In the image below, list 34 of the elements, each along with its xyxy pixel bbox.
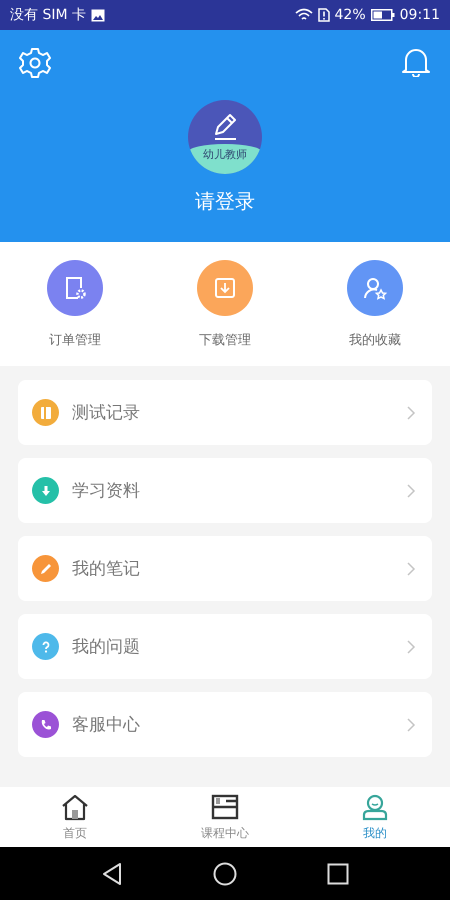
shortcut-button[interactable]: 订单管理	[20, 260, 130, 348]
shortcut-button[interactable]: 我的收藏	[320, 260, 430, 348]
menu-item[interactable]: 测试记录	[18, 380, 432, 445]
home-icon	[60, 792, 90, 820]
battery-text: 42%	[334, 7, 366, 23]
login-link[interactable]: 请登录	[195, 188, 255, 215]
chevron-right-icon	[406, 404, 416, 420]
user-icon	[360, 792, 390, 820]
clock-text: 09:11	[400, 7, 440, 23]
chevron-right-icon	[406, 482, 416, 498]
notification-bell-icon[interactable]	[402, 47, 430, 77]
book-icon	[210, 792, 240, 820]
home-circle-icon[interactable]	[213, 862, 237, 886]
role-label: 幼儿教师	[203, 147, 247, 163]
carrier-text: 没有 SIM 卡	[10, 6, 86, 24]
menu-item[interactable]: 我的问题	[18, 614, 432, 679]
sim-alert-icon	[318, 8, 330, 22]
menu-item[interactable]: 我的笔记	[18, 536, 432, 601]
chevron-right-icon	[406, 638, 416, 654]
menu-item[interactable]: 学习资料	[18, 458, 432, 523]
menu-item[interactable]: 客服中心	[18, 692, 432, 757]
image-icon	[91, 8, 105, 22]
tab[interactable]: 课程中心	[165, 792, 285, 842]
recents-icon[interactable]	[327, 862, 349, 884]
chevron-right-icon	[406, 560, 416, 576]
shortcut-button[interactable]: 下载管理	[170, 260, 280, 348]
chevron-right-icon	[406, 716, 416, 732]
avatar[interactable]: 幼儿教师	[188, 100, 262, 174]
settings-icon[interactable]	[19, 47, 51, 79]
back-icon[interactable]	[101, 862, 123, 886]
tab[interactable]: 首页	[15, 792, 135, 842]
wifi-icon	[294, 8, 313, 22]
tab[interactable]: 我的	[315, 792, 435, 842]
battery-icon	[370, 9, 395, 21]
